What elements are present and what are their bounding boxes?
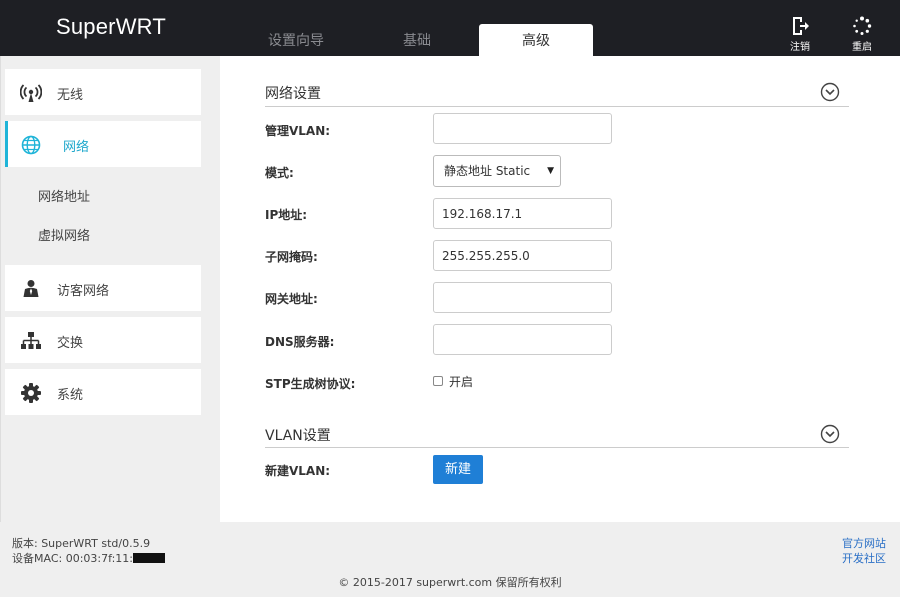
vlan-settings-title: VLAN设置 — [265, 428, 331, 444]
footer: 版本: SuperWRT std/0.5.9 设备MAC: 00:03:7f:1… — [0, 522, 900, 597]
firmware-version: 版本: SuperWRT std/0.5.9 — [12, 537, 151, 550]
logout-icon — [793, 17, 809, 35]
sidebar-item-label: 系统 — [57, 388, 84, 403]
globe-icon — [21, 135, 41, 155]
caret-down-icon: ▼ — [547, 166, 554, 176]
sidebar-item-guest-network[interactable]: 访客网络 — [5, 265, 201, 311]
mode-label: 模式: — [265, 166, 294, 180]
sidebar-item-label: 网络 — [63, 140, 90, 155]
network-settings-title: 网络设置 — [265, 86, 321, 102]
logout-button[interactable]: 注销 — [780, 16, 820, 53]
switch-icon — [21, 332, 41, 349]
gateway-label: 网关地址: — [265, 292, 318, 306]
tab-setup-wizard[interactable]: 设置向导 — [239, 24, 353, 56]
sidebar-subitem-network-address[interactable]: 网络地址 — [38, 186, 90, 205]
sidebar-item-switch[interactable]: 交换 — [5, 317, 201, 363]
chevron-down-icon[interactable] — [820, 82, 840, 102]
gateway-input[interactable] — [433, 282, 612, 313]
subnet-mask-input[interactable] — [433, 240, 612, 271]
brand-logo: SuperWRT — [56, 14, 166, 39]
tab-advanced[interactable]: 高级 — [479, 24, 593, 56]
mode-select-value: 静态地址 Static — [444, 164, 531, 178]
sidebar-subitem-virtual-network[interactable]: 虚拟网络 — [38, 225, 90, 244]
gear-icon — [21, 383, 41, 403]
dns-server-label: DNS服务器: — [265, 335, 335, 349]
stp-label: STP生成树协议: — [265, 377, 356, 391]
ip-address-input[interactable] — [433, 198, 612, 229]
new-vlan-label: 新建VLAN: — [265, 464, 331, 478]
dev-community-link[interactable]: 开发社区 — [842, 550, 886, 566]
subnet-mask-label: 子网掩码: — [265, 250, 318, 264]
guest-user-icon — [23, 280, 39, 297]
reboot-button[interactable]: 重启 — [842, 16, 882, 53]
copyright-text: © 2015-2017 superwrt.com 保留所有权利 — [338, 576, 562, 589]
mode-select[interactable]: 静态地址 Static ▼ — [433, 155, 561, 187]
wifi-icon — [20, 84, 42, 102]
ip-address-label: IP地址: — [265, 208, 308, 222]
reboot-label: 重启 — [852, 42, 872, 53]
chevron-down-icon[interactable] — [820, 424, 840, 444]
logout-label: 注销 — [790, 42, 810, 53]
sidebar-item-label: 访客网络 — [57, 284, 110, 299]
top-bar: SuperWRT 设置向导 基础 高级 注销 重启 — [0, 0, 900, 56]
section-divider — [265, 447, 849, 448]
new-vlan-button[interactable]: 新建 — [433, 455, 483, 484]
section-divider — [265, 106, 849, 107]
sidebar-item-wireless[interactable]: 无线 — [5, 69, 201, 115]
tab-basic[interactable]: 基础 — [360, 24, 474, 56]
main-panel: 网络设置 管理VLAN: 模式: 静态地址 Static ▼ IP地址: 子网掩… — [220, 56, 900, 522]
mgmt-vlan-label: 管理VLAN: — [265, 124, 331, 138]
redacted-block — [133, 553, 165, 563]
sidebar-item-label: 交换 — [57, 336, 84, 351]
sidebar: 无线 网络 网络地址 虚拟网络 访客网络 交换 系统 — [0, 56, 220, 522]
device-mac: 设备MAC: 00:03:7f:11: — [12, 550, 165, 566]
reboot-spinner-icon — [853, 16, 872, 35]
sidebar-item-system[interactable]: 系统 — [5, 369, 201, 415]
dns-server-input[interactable] — [433, 324, 612, 355]
device-mac-text: 设备MAC: 00:03:7f:11: — [12, 552, 133, 565]
official-site-link[interactable]: 官方网站 — [842, 535, 886, 551]
sidebar-item-label: 无线 — [57, 88, 84, 103]
sidebar-item-network[interactable]: 网络 — [5, 121, 201, 167]
stp-enable-checkbox[interactable] — [433, 376, 443, 386]
stp-enable-label: 开启 — [449, 375, 474, 389]
mgmt-vlan-input[interactable] — [433, 113, 612, 144]
